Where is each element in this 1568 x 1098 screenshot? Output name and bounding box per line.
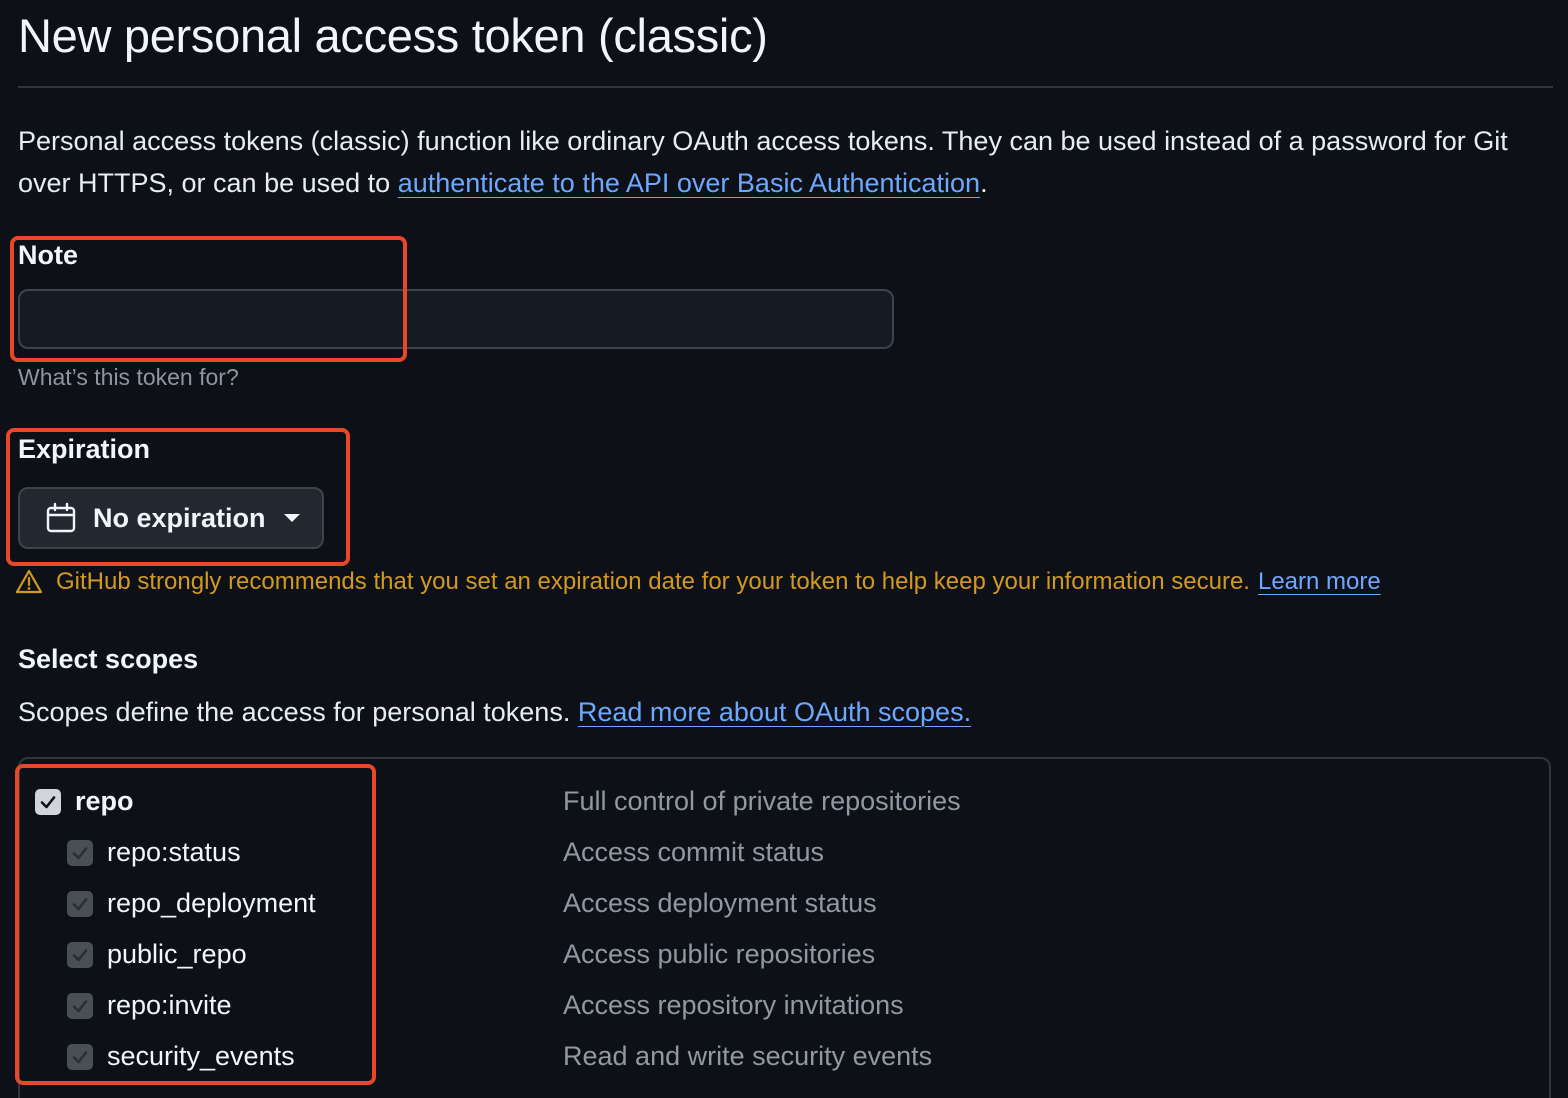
scope-row-public-repo: public_repo Access public repositories [0,934,1500,974]
page-title: New personal access token (classic) [18,9,768,62]
note-label: Note [18,240,78,270]
scope-name: security_events [107,1041,295,1071]
check-icon [72,1051,88,1064]
alert-icon [16,569,42,594]
scope-description: Read and write security events [563,1041,933,1071]
scope-description: Access repository invitations [563,990,904,1020]
scopes-description: Scopes define the access for personal to… [18,697,971,728]
scope-name: repo:invite [107,990,232,1020]
repo-checkbox[interactable] [35,789,61,815]
repo-deployment-checkbox[interactable] [67,891,93,917]
scope-name: repo:status [107,837,241,867]
check-icon [40,796,56,809]
expiration-selected: No expiration [93,502,266,533]
scope-row-security-events: security_events Read and write security … [0,1036,1500,1076]
scope-row-repo-status: repo:status Access commit status [0,832,1500,872]
scope-name: repo_deployment [107,888,316,918]
check-icon [72,847,88,860]
warning-text: GitHub strongly recommends that you set … [56,568,1250,595]
check-icon [72,898,88,911]
learn-more-link[interactable]: Learn more [1258,568,1381,596]
intro-text: Personal access tokens (classic) functio… [18,120,1558,204]
scopes-title: Select scopes [18,644,199,674]
scope-row-repo-deployment: repo_deployment Access deployment status [0,883,1500,923]
expiration-dropdown[interactable]: No expiration [18,487,324,549]
caret-down-icon [283,514,300,522]
scope-name: repo [75,786,134,816]
scope-description: Access deployment status [563,888,877,918]
expiration-warning: GitHub strongly recommends that you set … [16,568,1381,596]
check-icon [72,949,88,962]
token-page: New personal access token (classic) Pers… [0,0,1568,1098]
intro-text-after: . [980,168,988,198]
note-input[interactable] [18,289,894,349]
public-repo-checkbox[interactable] [67,942,93,968]
calendar-icon [46,502,76,533]
scope-name: public_repo [107,939,247,969]
note-hint: What’s this token for? [18,364,239,390]
expiration-label: Expiration [18,434,151,464]
scopes-description-text: Scopes define the access for personal to… [18,697,571,727]
repo-invite-checkbox[interactable] [67,993,93,1019]
scope-description: Full control of private repositories [563,786,961,816]
scope-row-repo-invite: repo:invite Access repository invitation… [0,985,1500,1025]
repo-status-checkbox[interactable] [67,840,93,866]
security-events-checkbox[interactable] [67,1044,93,1070]
scope-description: Access public repositories [563,939,876,969]
scope-row-repo: repo Full control of private repositorie… [0,781,1500,821]
oauth-scopes-link[interactable]: Read more about OAuth scopes. [578,697,971,727]
basic-auth-link[interactable]: authenticate to the API over Basic Authe… [398,168,980,198]
check-icon [72,1000,88,1013]
scope-description: Access commit status [563,837,825,867]
title-divider [18,86,1553,88]
